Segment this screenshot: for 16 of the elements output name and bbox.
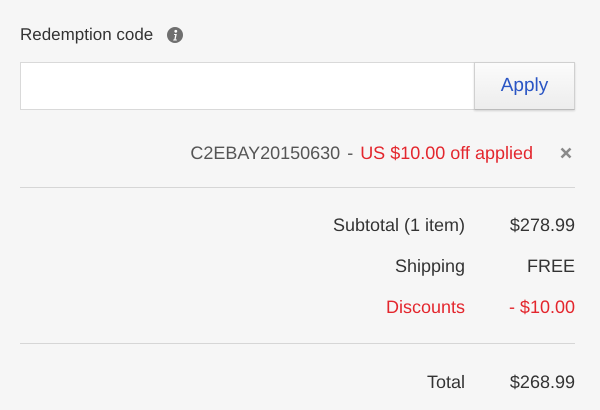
summary-label: Shipping — [394, 256, 465, 276]
summary-value: FREE — [526, 256, 575, 276]
close-icon[interactable] — [560, 147, 572, 159]
coupon-code: C2EBAY20150630 — [190, 142, 340, 164]
coupon-status: US $10.00 off applied — [360, 142, 533, 164]
apply-button[interactable]: Apply — [474, 62, 575, 110]
info-icon[interactable] — [167, 27, 184, 43]
summary-value: - $10.00 — [508, 296, 575, 318]
total-label: Total — [426, 372, 465, 392]
summary-label: Subtotal (1 item) — [332, 214, 465, 236]
summary-label: Discounts — [386, 296, 465, 318]
separator-text: - — [347, 142, 354, 164]
summary-value: $278.99 — [508, 214, 575, 236]
total-value: $268.99 — [508, 372, 575, 392]
field-label: Redemption code — [20, 25, 154, 45]
code-input-field[interactable] — [20, 62, 474, 110]
